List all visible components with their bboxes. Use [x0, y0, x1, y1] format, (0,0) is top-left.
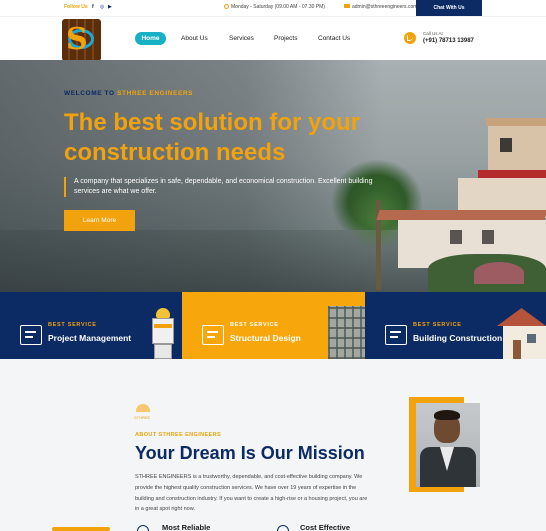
nav-projects[interactable]: Projects — [274, 32, 297, 45]
hours-text: Monday - Saturday (09.00 AM - 07.30 PM) — [231, 4, 325, 10]
about-body: STHREE ENGINEERS is a trustworthy, depen… — [135, 474, 368, 513]
helmet-logo-icon — [136, 404, 150, 412]
hero-tagline: A company that specializes in safe, depe… — [64, 177, 384, 197]
structure-icon — [202, 325, 224, 345]
top-bar: Follow Us f ◎ ▶ Monday - Saturday (09.00… — [0, 0, 546, 17]
nav-home[interactable]: Home — [135, 32, 166, 45]
about-title: Your Dream Is Our Mission — [135, 443, 365, 463]
follow-label: Follow Us — [64, 4, 88, 10]
scaffold-image — [328, 306, 365, 359]
cost-effective-icon — [277, 525, 289, 531]
email-link[interactable]: admin@sthreeengineers.com — [344, 4, 417, 10]
welcome-prefix: WELCOME TO — [64, 90, 115, 97]
nav-services[interactable]: Services — [229, 32, 254, 45]
hero-welcome: WELCOME TO STHREE ENGINEERS — [64, 90, 193, 97]
service-kicker: BEST SERVICE — [413, 322, 462, 328]
nav-contact-us[interactable]: Contact Us — [318, 32, 350, 45]
accent-bar — [52, 527, 110, 531]
learn-more-button[interactable]: Learn More — [64, 210, 135, 231]
service-title: Structural Design — [230, 333, 301, 343]
feature-most-reliable: Most Reliable — [162, 523, 211, 531]
hero-headline: The best solution for your construction … — [64, 109, 361, 166]
reliable-icon — [137, 525, 149, 531]
service-card-building-construction[interactable]: BEST SERVICE Building Construction — [365, 292, 546, 359]
call-phone-number[interactable]: (+91) 78713 13987 — [423, 38, 474, 44]
youtube-icon[interactable]: ▶ — [108, 4, 112, 10]
page: Follow Us f ◎ ▶ Monday - Saturday (09.00… — [0, 0, 546, 531]
service-kicker: BEST SERVICE — [230, 322, 279, 328]
phone-icon — [404, 32, 416, 44]
about-section: STHREE ABOUT STHREE ENGINEERS Your Dream… — [0, 359, 546, 531]
site-logo[interactable]: S — [62, 19, 101, 61]
chat-with-us-button[interactable]: Chat With Us — [416, 0, 482, 16]
worker-image — [146, 306, 180, 359]
house-photo — [497, 304, 546, 359]
service-card-project-management[interactable]: BEST SERVICE Project Management — [0, 292, 182, 359]
service-title: Building Construction — [413, 333, 503, 343]
house-icon — [385, 325, 407, 345]
nav-about-us[interactable]: About Us — [181, 32, 208, 45]
service-kicker: BEST SERVICE — [48, 322, 97, 328]
clock-icon — [224, 4, 229, 9]
welcome-brand: STHREE ENGINEERS — [117, 90, 194, 97]
business-hours: Monday - Saturday (09.00 AM - 07.30 PM) — [224, 4, 325, 10]
facebook-icon[interactable]: f — [92, 4, 94, 10]
service-title: Project Management — [48, 333, 132, 343]
about-kicker: ABOUT STHREE ENGINEERS — [135, 432, 222, 438]
envelope-icon — [344, 4, 350, 8]
feature-cost-effective: Cost Effective — [300, 523, 351, 531]
call-label: Call Us At — [423, 31, 443, 36]
founder-photo — [416, 403, 480, 487]
blueprint-icon — [20, 325, 42, 345]
small-logo-text: STHREE — [134, 415, 151, 420]
instagram-icon[interactable]: ◎ — [100, 4, 104, 10]
service-card-structural-design[interactable]: BEST SERVICE Structural Design — [182, 292, 365, 359]
email-text[interactable]: admin@sthreeengineers.com — [352, 4, 417, 10]
